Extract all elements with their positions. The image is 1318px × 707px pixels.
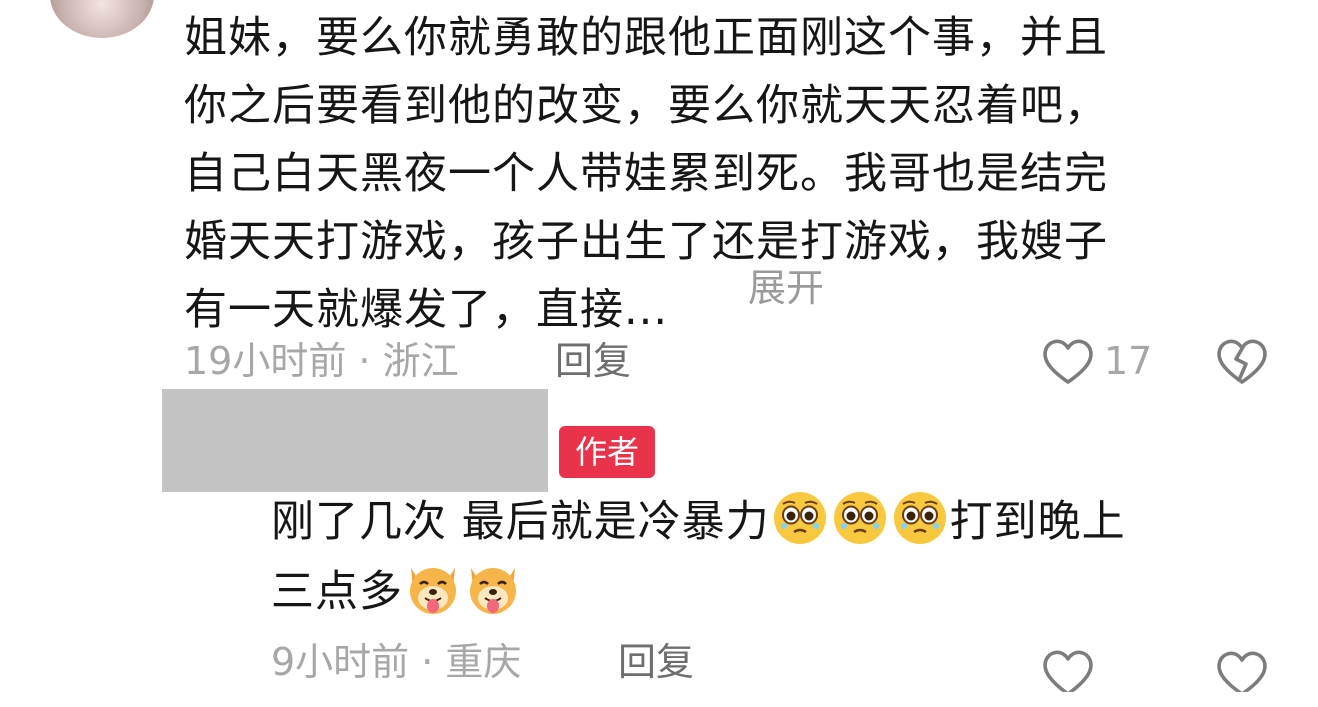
comment-meta: 19小时前 · 浙江 bbox=[184, 339, 459, 383]
reply-meta: 9小时前 · 重庆 bbox=[271, 640, 522, 684]
comment-text: 姐妹，要么你就勇敢的跟他正面刚这个事，并且 你之后要看到他的改变，要么你就天天忍… bbox=[184, 13, 1108, 335]
bottom-fade bbox=[1030, 690, 1318, 707]
commenter-avatar[interactable] bbox=[50, 0, 154, 38]
expand-link[interactable]: 展开 bbox=[748, 260, 824, 316]
reply-text-line-2: 三点多 bbox=[271, 560, 523, 624]
pleading-face-emoji bbox=[893, 492, 946, 544]
author-badge: 作者 bbox=[559, 426, 655, 478]
heart-outline-icon[interactable] bbox=[1040, 632, 1120, 692]
pleading-face-emoji bbox=[833, 492, 886, 544]
pleading-face-emoji bbox=[773, 492, 826, 544]
reply-text-part: 三点多 bbox=[271, 567, 403, 617]
reply-button[interactable]: 回复 bbox=[618, 636, 694, 688]
reply-text-line-1: 刚了几次 最后就是冷暴力 打到晚上 bbox=[271, 490, 1126, 554]
reply-button[interactable]: 回复 bbox=[555, 335, 631, 387]
heart-outline-icon[interactable] bbox=[1040, 335, 1096, 387]
broken-heart-icon[interactable] bbox=[1213, 334, 1271, 388]
broken-heart-icon[interactable] bbox=[1213, 632, 1271, 692]
reply-text-part: 刚了几次 最后就是冷暴力 bbox=[271, 497, 770, 547]
redacted-username bbox=[162, 389, 548, 492]
reply-text-part: 打到晚上 bbox=[949, 497, 1126, 547]
dog-tongue-emoji bbox=[470, 568, 516, 614]
like-count: 17 bbox=[1104, 339, 1153, 383]
dog-tongue-emoji bbox=[410, 568, 456, 614]
